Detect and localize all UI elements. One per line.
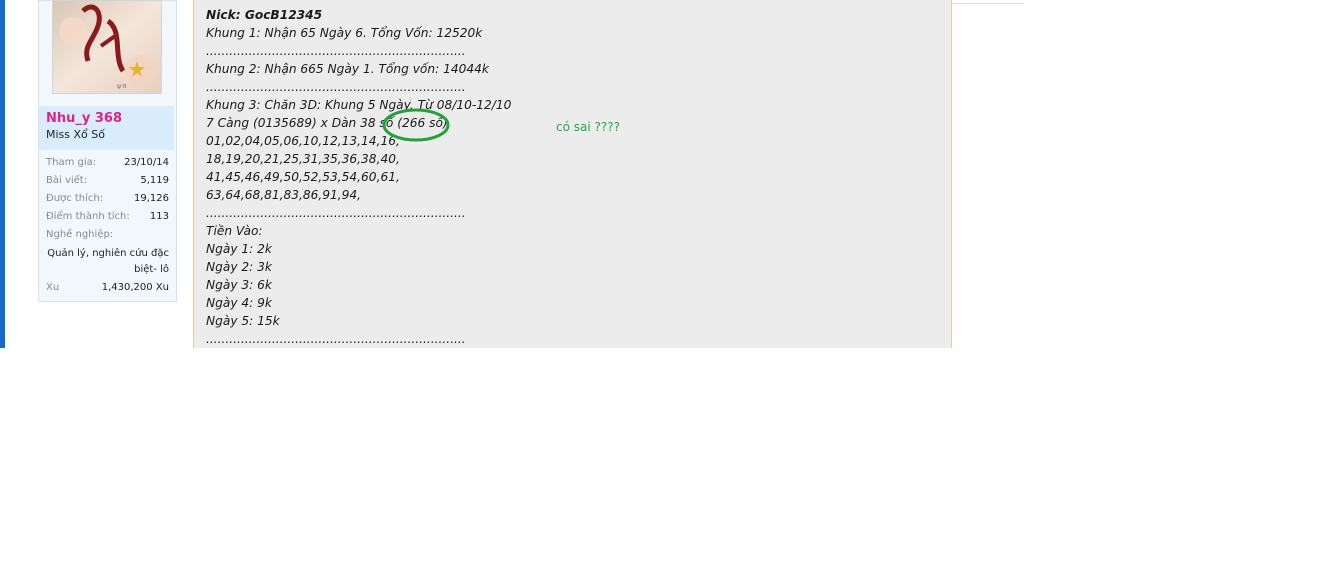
- post-separator: ........................................…: [206, 206, 466, 220]
- post-line-nick: Nick: GocB12345: [206, 8, 323, 22]
- avatar[interactable]: ψ·π: [52, 0, 162, 94]
- stat-occupation: Nghề nghiệp:: [46, 229, 169, 247]
- stat-label: Được thích:: [46, 193, 104, 204]
- post-separator: ........................................…: [206, 44, 466, 58]
- post-line: Ngày 3: 6k: [206, 278, 272, 292]
- forum-screen: ψ·π Nhu_y 368 Miss Xổ Số Tham gia: 23/10…: [0, 0, 1024, 348]
- post-separator: ........................................…: [206, 332, 466, 346]
- occupation-line: biệt- lô: [134, 264, 169, 275]
- post-line: 18,19,20,21,25,31,35,36,38,40,: [206, 152, 400, 166]
- post-line: Ngày 5: 15k: [206, 314, 280, 328]
- occupation-value: Quản lý, nghiên cứu đặc biệt- lô: [46, 246, 169, 278]
- stat-value: 19,126: [134, 193, 169, 204]
- highlight-ring: [382, 108, 450, 142]
- post-message: Nick: GocB12345 Khung 1: Nhận 65 Ngày 6.…: [206, 6, 566, 348]
- avatar-image: ψ·π: [53, 1, 161, 93]
- post-line: Khung 1: Nhận 65 Ngày 6. Tổng Vốn: 12520…: [206, 26, 483, 40]
- post-line: Tiền Vào:: [206, 224, 263, 238]
- stat-label: Tham gia:: [46, 157, 97, 168]
- user-stats: Tham gia: 23/10/14 Bài viết: 5,119 Được …: [46, 157, 169, 300]
- stat-joined: Tham gia: 23/10/14: [46, 157, 169, 175]
- stat-likes: Được thích: 19,126: [46, 193, 169, 211]
- annotation-comment: có sai ????: [556, 120, 620, 134]
- post-separator: ........................................…: [206, 80, 466, 94]
- stat-label: Điểm thành tích:: [46, 211, 130, 222]
- top-divider: [950, 3, 1024, 4]
- post-line: Ngày 1: 2k: [206, 242, 272, 256]
- username-link[interactable]: Nhu_y 368: [46, 111, 122, 126]
- stat-xu: Xu 1,430,200 Xu: [46, 282, 169, 300]
- stat-value[interactable]: 113: [150, 211, 169, 222]
- stat-posts: Bài viết: 5,119: [46, 175, 169, 193]
- stat-value[interactable]: 5,119: [140, 175, 169, 186]
- svg-text:ψ·π: ψ·π: [117, 83, 127, 90]
- user-title: Miss Xổ Số: [46, 128, 105, 141]
- stat-label: Nghề nghiệp:: [46, 229, 114, 240]
- post-line: 63,64,68,81,83,86,91,94,: [206, 188, 362, 202]
- post-line: Ngày 2: 3k: [206, 260, 272, 274]
- post-line: 41,45,46,49,50,52,53,54,60,61,: [206, 170, 400, 184]
- stat-value: 23/10/14: [124, 157, 169, 168]
- stat-value: 1,430,200 Xu: [101, 282, 169, 293]
- stat-label: Xu: [46, 282, 60, 293]
- left-accent-bar: [0, 0, 5, 348]
- stat-label: Bài viết:: [46, 175, 88, 186]
- stat-points: Điểm thành tích: 113: [46, 211, 169, 229]
- post-line: Khung 2: Nhận 665 Ngày 1. Tổng vốn: 1404…: [206, 62, 489, 76]
- occupation-line: Quản lý, nghiên cứu đặc: [47, 248, 169, 259]
- post-line: Ngày 4: 9k: [206, 296, 272, 310]
